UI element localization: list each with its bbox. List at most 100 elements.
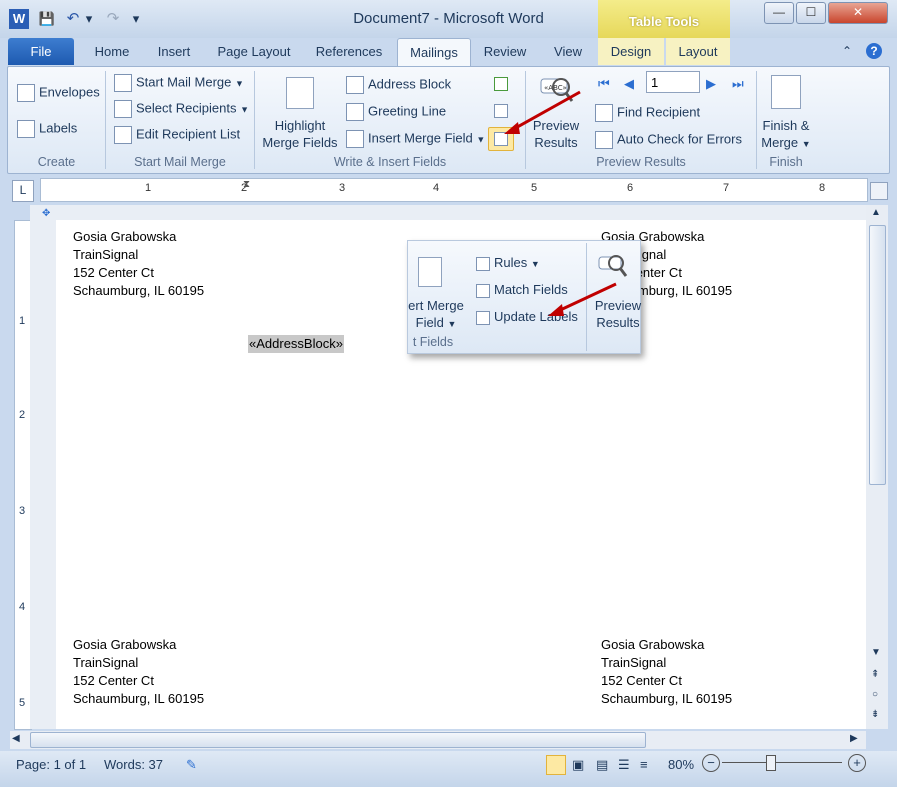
scroll-down-icon[interactable]: ▼ xyxy=(871,647,881,658)
tab-page-layout[interactable]: Page Layout xyxy=(210,38,298,65)
preview-results-icon xyxy=(598,253,628,279)
edit-recipient-list-button[interactable]: Edit Recipient List xyxy=(114,126,240,144)
tab-mailings[interactable]: Mailings xyxy=(397,38,471,67)
tab-layout[interactable]: Layout xyxy=(666,38,730,65)
next-record-icon[interactable]: ▶ xyxy=(706,76,716,92)
maximize-button[interactable]: ☐ xyxy=(796,2,826,24)
scroll-left-icon[interactable]: ◀ xyxy=(12,733,20,744)
word-count[interactable]: Words: 37 xyxy=(104,757,163,772)
auto-check-label: Auto Check for Errors xyxy=(617,131,742,147)
envelopes-label: Envelopes xyxy=(39,84,100,100)
ruler-tick: 6 xyxy=(627,182,634,194)
tab-file[interactable]: File xyxy=(8,38,74,65)
horizontal-ruler[interactable]: 1 2 3 4 5 6 7 8 ⧗ xyxy=(40,178,868,202)
vertical-scrollbar[interactable]: ▲ ▼ ⇞ ○ ⇟ xyxy=(866,205,888,729)
browse-object-icon[interactable]: ○ xyxy=(872,689,878,700)
insert-merge-field-icon xyxy=(418,257,442,287)
tab-references[interactable]: References xyxy=(306,38,392,65)
print-layout-view-icon[interactable] xyxy=(546,755,566,775)
finish-label-2: Merge xyxy=(761,135,799,150)
table-tools-group: Table Tools xyxy=(598,0,730,38)
insert-merge-field-label: Insert Merge Field xyxy=(368,130,473,146)
zoom-in-icon[interactable]: + xyxy=(848,754,866,772)
minimize-ribbon-icon[interactable]: ⌃ xyxy=(842,44,852,58)
horizontal-scrollbar[interactable]: ◀ ▶ xyxy=(10,731,866,749)
table-move-handle-icon[interactable]: ✥ xyxy=(42,208,50,219)
chevron-down-icon: ▼ xyxy=(240,104,249,115)
match-fields-icon xyxy=(476,283,490,298)
greeting-line-button[interactable]: Greeting Line xyxy=(346,103,446,121)
scroll-thumb[interactable] xyxy=(869,225,886,485)
tab-design[interactable]: Design xyxy=(598,38,664,65)
labels-button[interactable]: Labels xyxy=(17,120,77,138)
draft-view-icon[interactable]: ≡ xyxy=(640,757,648,772)
find-recipient-button[interactable]: Find Recipient xyxy=(595,104,700,122)
indent-marker-icon[interactable]: ⧗ xyxy=(243,179,250,190)
chevron-down-icon: ▼ xyxy=(235,78,244,89)
record-number-input[interactable] xyxy=(646,71,700,93)
page-count[interactable]: Page: 1 of 1 xyxy=(16,757,86,772)
finish-merge-button[interactable]: Finish & Merge ▼ xyxy=(757,117,815,153)
highlight-merge-fields-icon xyxy=(286,77,314,109)
view-ruler-icon[interactable] xyxy=(870,182,888,200)
group-label-write-insert: Write & Insert Fields xyxy=(333,155,447,169)
label-cell-4: Gosia Grabowska TrainSignal 152 Center C… xyxy=(601,636,732,708)
select-recipients-label: Select Recipients xyxy=(136,100,237,116)
label-company: TrainSignal xyxy=(73,655,139,670)
tab-insert[interactable]: Insert xyxy=(148,38,200,65)
web-layout-icon[interactable]: ▤ xyxy=(596,757,608,773)
mail-merge-icon xyxy=(114,74,132,92)
labels-icon xyxy=(17,120,35,138)
label-company: TrainSignal xyxy=(73,247,139,262)
ruler-tick: 2 xyxy=(19,409,26,421)
help-icon[interactable]: ? xyxy=(866,43,882,59)
status-bar: Page: 1 of 1 Words: 37 ✎ ▣ ▤ ☰ ≡ 80% − + xyxy=(0,751,897,787)
zoom-slider-thumb[interactable] xyxy=(766,755,776,771)
ruler-tick: 7 xyxy=(723,182,730,194)
tab-selector[interactable]: L xyxy=(12,180,34,202)
window-title: Document7 - Microsoft Word xyxy=(353,10,544,27)
ruler-tick: 8 xyxy=(819,182,826,194)
edit-list-icon xyxy=(114,126,132,144)
address-block-label: Address Block xyxy=(368,76,452,92)
close-button[interactable]: ✕ xyxy=(828,2,888,24)
scroll-right-icon[interactable]: ▶ xyxy=(850,733,858,744)
scroll-up-icon[interactable]: ▲ xyxy=(871,207,881,218)
recipients-icon xyxy=(114,100,132,118)
previous-record-icon[interactable]: ◀ xyxy=(624,76,634,92)
annotation-arrow xyxy=(504,90,581,134)
greeting-line-icon xyxy=(346,103,364,121)
tab-review[interactable]: Review xyxy=(477,38,533,65)
auto-check-errors-button[interactable]: Auto Check for Errors xyxy=(595,131,742,149)
tab-home[interactable]: Home xyxy=(84,38,140,65)
last-record-icon[interactable]: ⏭ xyxy=(732,76,744,92)
label-street: 152 Center Ct xyxy=(73,265,154,280)
zoom-out-icon[interactable]: − xyxy=(702,754,720,772)
insert-merge-field-button[interactable]: ert Merge Field ▼ xyxy=(404,297,468,333)
proofing-icon[interactable]: ✎ xyxy=(186,757,197,773)
select-recipients-button[interactable]: Select Recipients ▼ xyxy=(114,100,249,118)
highlight-label-1: Highlight xyxy=(274,118,326,133)
address-block-field[interactable]: «AddressBlock» xyxy=(248,335,344,353)
zoom-slider[interactable] xyxy=(722,762,842,763)
label-street: 152 Center Ct xyxy=(601,673,682,688)
envelopes-button[interactable]: Envelopes xyxy=(17,84,100,102)
next-page-icon[interactable]: ⇟ xyxy=(871,709,879,720)
start-mail-merge-button[interactable]: Start Mail Merge ▼ xyxy=(114,74,244,92)
full-screen-reading-icon[interactable]: ▣ xyxy=(572,757,584,773)
label-street: 152 Center Ct xyxy=(73,673,154,688)
scroll-thumb[interactable] xyxy=(30,732,646,748)
minimize-button[interactable]: — xyxy=(764,2,794,24)
first-record-icon[interactable]: ⏮ xyxy=(598,76,610,92)
highlight-merge-fields-button[interactable]: Highlight Merge Fields xyxy=(258,117,342,151)
rules-button[interactable]: Rules ▼ xyxy=(476,255,540,271)
previous-page-icon[interactable]: ⇞ xyxy=(871,669,879,680)
zoom-level[interactable]: 80% xyxy=(668,757,694,772)
tab-view[interactable]: View xyxy=(542,38,594,65)
outline-view-icon[interactable]: ☰ xyxy=(618,757,630,773)
envelope-icon xyxy=(17,84,35,102)
ribbon-mailings: Envelopes Labels Create Start Mail Merge… xyxy=(7,66,890,174)
callout-insert-1: ert Merge xyxy=(408,298,464,313)
address-block-button[interactable]: Address Block xyxy=(346,76,451,94)
insert-merge-field-button[interactable]: Insert Merge Field ▼ xyxy=(346,130,485,148)
